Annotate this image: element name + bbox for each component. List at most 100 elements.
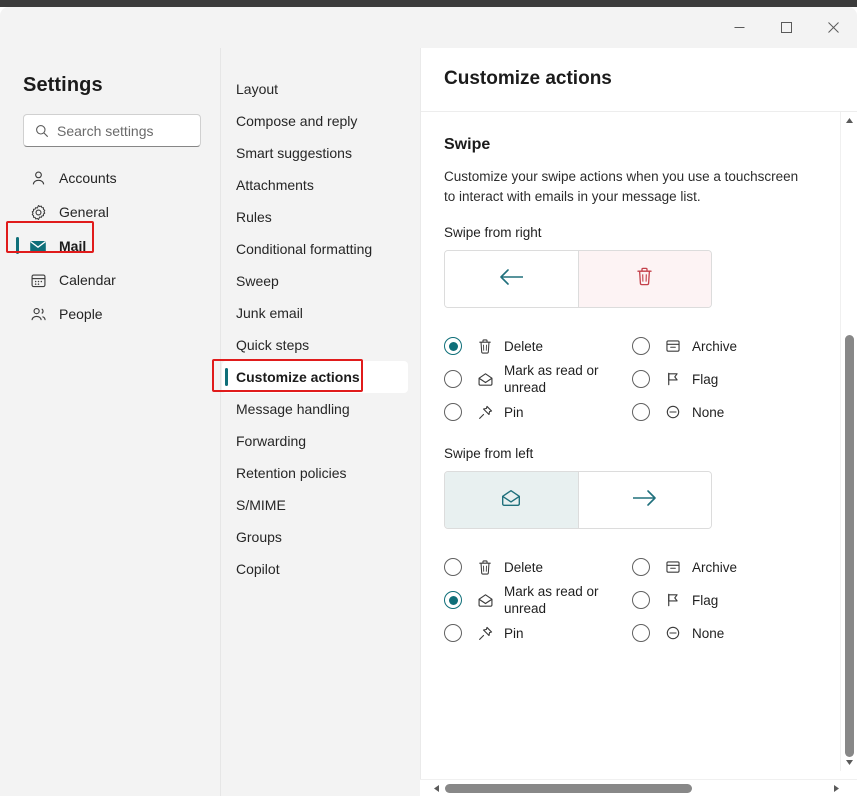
vertical-scrollbar[interactable] [840,112,857,771]
nav-item-quick-steps[interactable]: Quick steps [222,329,420,361]
radio-option-label: Delete [504,338,543,355]
radio-button[interactable] [632,403,650,421]
radio-button[interactable] [632,591,650,609]
radio-option-flag-right[interactable]: Flag [632,362,784,396]
nav-item-list: Layout Compose and reply Smart suggestio… [222,48,420,585]
sidebar-item-people[interactable]: People [14,298,211,330]
nav-item-label: Customize actions [236,369,360,385]
pin-icon [475,402,495,422]
sidebar-item-mail[interactable]: Mail [14,230,211,262]
nav-item-label: Message handling [236,401,350,417]
radio-option-delete-left[interactable]: Delete [444,551,632,583]
radio-option-mark-read-right[interactable]: Mark as read or unread [444,362,632,396]
nav-item-label: Attachments [236,177,314,193]
swipe-from-right-preview [444,250,712,308]
calendar-icon [28,270,48,290]
nav-item-groups[interactable]: Groups [222,521,420,553]
sidebar-item-general[interactable]: General [14,196,211,228]
archive-icon [663,336,683,356]
nav-item-compose-and-reply[interactable]: Compose and reply [222,105,420,137]
radio-button[interactable] [444,370,462,388]
trash-icon [475,336,495,356]
nav-item-forwarding[interactable]: Forwarding [222,425,420,457]
close-icon [828,22,839,33]
radio-button[interactable] [444,403,462,421]
nav-item-junk-email[interactable]: Junk email [222,297,420,329]
mail-settings-nav: Layout Compose and reply Smart suggestio… [222,48,420,796]
nav-item-layout[interactable]: Layout [222,73,420,105]
swipe-from-left-label: Swipe from left [444,446,835,461]
minimize-icon [734,22,745,33]
arrow-left-icon [498,267,524,292]
preview-left-half [445,251,578,307]
radio-option-label: Pin [504,404,524,421]
radio-option-delete-right[interactable]: Delete [444,330,632,362]
horizontal-scrollbar-thumb[interactable] [445,784,692,793]
nav-item-message-handling[interactable]: Message handling [222,393,420,425]
radio-button[interactable] [444,624,462,642]
sidebar-item-label: Mail [59,238,86,254]
settings-sidebar: Settings [0,48,221,796]
nav-item-label: S/MIME [236,497,286,513]
nav-item-attachments[interactable]: Attachments [222,169,420,201]
chevron-up-icon[interactable] [841,112,857,129]
radio-option-archive-right[interactable]: Archive [632,330,784,362]
chevron-down-icon[interactable] [841,754,857,771]
radio-option-label: Delete [504,559,543,576]
nav-item-smime[interactable]: S/MIME [222,489,420,521]
nav-item-label: Quick steps [236,337,309,353]
nav-item-label: Compose and reply [236,113,357,129]
mail-open-icon [475,369,495,389]
radio-option-pin-left[interactable]: Pin [444,617,632,649]
people-icon [28,304,48,324]
nav-item-label: Copilot [236,561,280,577]
nav-item-label: Rules [236,209,272,225]
radio-button[interactable] [632,558,650,576]
sidebar-item-calendar[interactable]: Calendar [14,264,211,296]
radio-option-mark-read-left[interactable]: Mark as read or unread [444,583,632,617]
section-heading-swipe: Swipe [444,136,835,154]
radio-option-none-right[interactable]: None [632,396,784,428]
nav-item-label: Forwarding [236,433,306,449]
sidebar-item-label: General [59,204,109,220]
radio-option-none-left[interactable]: None [632,617,784,649]
window-titlebar[interactable] [0,7,857,48]
radio-button[interactable] [632,624,650,642]
gear-icon [28,202,48,222]
radio-button[interactable] [632,370,650,388]
radio-button[interactable] [444,558,462,576]
radio-option-label: None [692,404,724,421]
swipe-from-left-options: Delete Archive [444,551,784,649]
sidebar-item-accounts[interactable]: Accounts [14,162,211,194]
screen-top-strip [0,0,857,7]
chevron-right-icon[interactable] [828,780,845,796]
nav-item-conditional-formatting[interactable]: Conditional formatting [222,233,420,265]
search-input[interactable] [57,123,187,139]
radio-option-flag-left[interactable]: Flag [632,583,784,617]
vertical-scrollbar-thumb[interactable] [845,335,854,757]
radio-button[interactable] [444,337,462,355]
nav-item-label: Conditional formatting [236,241,372,257]
nav-item-copilot[interactable]: Copilot [222,553,420,585]
radio-option-pin-right[interactable]: Pin [444,396,632,428]
search-settings-box[interactable] [23,114,201,147]
maximize-button[interactable] [763,7,810,48]
content-pane: Customize actions Swipe Customize your s… [420,48,857,796]
nav-item-sweep[interactable]: Sweep [222,265,420,297]
mail-icon [28,236,48,256]
radio-button[interactable] [632,337,650,355]
chevron-left-icon[interactable] [428,780,445,796]
preview-left-half [445,472,578,528]
section-description: Customize your swipe actions when you us… [444,167,810,207]
nav-item-smart-suggestions[interactable]: Smart suggestions [222,137,420,169]
nav-item-retention-policies[interactable]: Retention policies [222,457,420,489]
radio-option-archive-left[interactable]: Archive [632,551,784,583]
flag-icon [663,590,683,610]
close-button[interactable] [810,7,857,48]
minimize-button[interactable] [716,7,763,48]
content-title: Customize actions [444,68,612,90]
horizontal-scrollbar[interactable] [420,779,857,796]
nav-item-rules[interactable]: Rules [222,201,420,233]
nav-item-customize-actions[interactable]: Customize actions [222,361,408,393]
radio-button[interactable] [444,591,462,609]
